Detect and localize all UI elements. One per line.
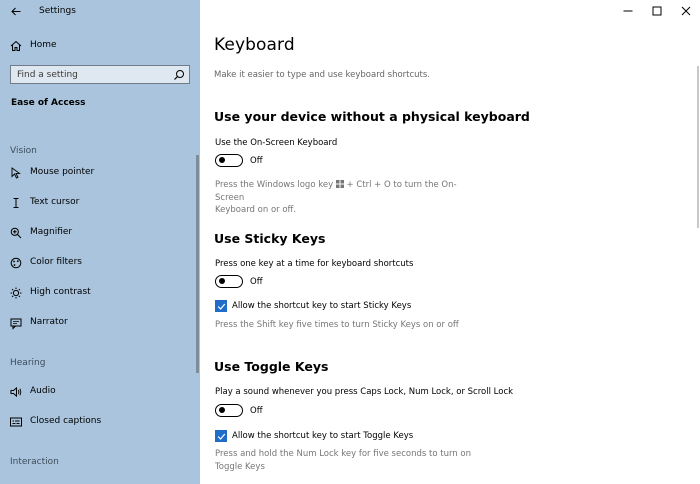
- back-arrow-icon: [11, 7, 21, 15]
- sidebar-item-label: Color filters: [30, 257, 82, 267]
- main-content: Keyboard Make it easier to type and use …: [200, 0, 700, 484]
- group-label-vision: Vision: [10, 146, 37, 156]
- sidebar: Settings Home Ease of Access Vision Mous…: [0, 0, 200, 484]
- toggle-knob: [219, 407, 225, 413]
- magnifier-icon: [10, 227, 22, 239]
- section-heading-sticky: Use Sticky Keys: [214, 231, 326, 246]
- sidebar-item-text-cursor[interactable]: Text cursor: [0, 192, 196, 214]
- maximize-button[interactable]: [642, 0, 671, 22]
- toggle-help: Press and hold the Num Lock key for five…: [215, 449, 471, 472]
- sidebar-item-color-filters[interactable]: Color filters: [0, 252, 196, 274]
- sidebar-item-mouse-pointer[interactable]: Mouse pointer: [0, 162, 196, 184]
- toggle-shortcut-checkbox-label: Allow the shortcut key to start Toggle K…: [232, 431, 414, 441]
- narrator-icon: [10, 318, 22, 330]
- sidebar-item-label: Audio: [30, 386, 56, 396]
- search-input[interactable]: [17, 68, 167, 81]
- toggle-knob: [219, 278, 225, 284]
- maximize-icon: [652, 6, 661, 16]
- sticky-shortcut-checkbox-label: Allow the shortcut key to start Sticky K…: [232, 301, 412, 311]
- sidebar-item-audio[interactable]: Audio: [0, 381, 196, 403]
- back-button[interactable]: [7, 3, 25, 19]
- section-heading-toggle: Use Toggle Keys: [214, 359, 329, 374]
- toggle-keys-toggle[interactable]: [215, 404, 243, 417]
- osk-help-part1: Press the Windows logo key: [215, 180, 334, 190]
- high-contrast-icon: [10, 287, 22, 299]
- sidebar-item-label: Home: [30, 40, 57, 50]
- sidebar-item-narrator[interactable]: Narrator: [0, 312, 196, 334]
- color-filters-icon: [10, 257, 22, 269]
- window-controls: [613, 0, 700, 22]
- sidebar-scrollbar[interactable]: [196, 155, 199, 373]
- group-label-interaction: Interaction: [10, 457, 59, 467]
- home-icon: [10, 40, 22, 51]
- text-cursor-icon: [13, 198, 19, 208]
- sidebar-item-label: High contrast: [30, 287, 91, 297]
- sidebar-item-label: Closed captions: [30, 416, 102, 426]
- osk-toggle[interactable]: [215, 154, 243, 167]
- sticky-shortcut-checkbox[interactable]: [215, 300, 227, 312]
- sidebar-item-high-contrast[interactable]: High contrast: [0, 282, 196, 304]
- toggle-keys-toggle-state: Off: [250, 406, 263, 416]
- osk-label: Use the On-Screen Keyboard: [215, 138, 338, 148]
- sticky-help: Press the Shift key five times to turn S…: [215, 320, 459, 330]
- sidebar-item-label: Mouse pointer: [30, 167, 95, 177]
- sidebar-item-label: Text cursor: [30, 197, 80, 207]
- app-title: Settings: [39, 6, 76, 16]
- osk-help: Press the Windows logo key + Ctrl + O to…: [215, 179, 485, 217]
- toggle-shortcut-checkbox[interactable]: [215, 430, 227, 442]
- osk-help-part3: Keyboard on or off.: [215, 205, 297, 215]
- sidebar-item-label: Magnifier: [30, 227, 73, 237]
- sidebar-item-home[interactable]: Home: [0, 36, 196, 56]
- toggle-keys-label: Play a sound whenever you press Caps Loc…: [215, 387, 514, 397]
- main-scrollbar[interactable]: [697, 66, 699, 228]
- minimize-icon: [623, 10, 632, 12]
- sticky-label: Press one key at a time for keyboard sho…: [215, 259, 414, 269]
- section-heading-osk: Use your device without a physical keybo…: [214, 109, 530, 124]
- sidebar-item-magnifier[interactable]: Magnifier: [0, 222, 196, 244]
- toggle-knob: [219, 157, 225, 163]
- page-title: Keyboard: [214, 35, 295, 55]
- search-box[interactable]: [10, 65, 190, 84]
- sticky-toggle-state: Off: [250, 277, 263, 287]
- audio-icon: [10, 386, 22, 398]
- closed-captions-icon: [10, 417, 22, 427]
- search-icon[interactable]: [173, 69, 185, 81]
- osk-toggle-state: Off: [250, 156, 263, 166]
- close-icon: [681, 6, 690, 16]
- windows-logo-icon: [335, 180, 344, 188]
- check-icon: [217, 433, 225, 440]
- titlebar-left: Settings: [0, 0, 200, 24]
- minimize-button[interactable]: [613, 0, 642, 22]
- close-button[interactable]: [671, 0, 700, 22]
- sticky-toggle[interactable]: [215, 275, 243, 288]
- page-subtitle: Make it easier to type and use keyboard …: [214, 70, 431, 80]
- group-label-hearing: Hearing: [10, 358, 46, 368]
- check-icon: [217, 303, 225, 310]
- mouse-pointer-icon: [11, 167, 21, 179]
- section-title: Ease of Access: [11, 98, 86, 108]
- sidebar-item-closed-captions[interactable]: Closed captions: [0, 411, 196, 433]
- sidebar-item-label: Narrator: [30, 317, 68, 327]
